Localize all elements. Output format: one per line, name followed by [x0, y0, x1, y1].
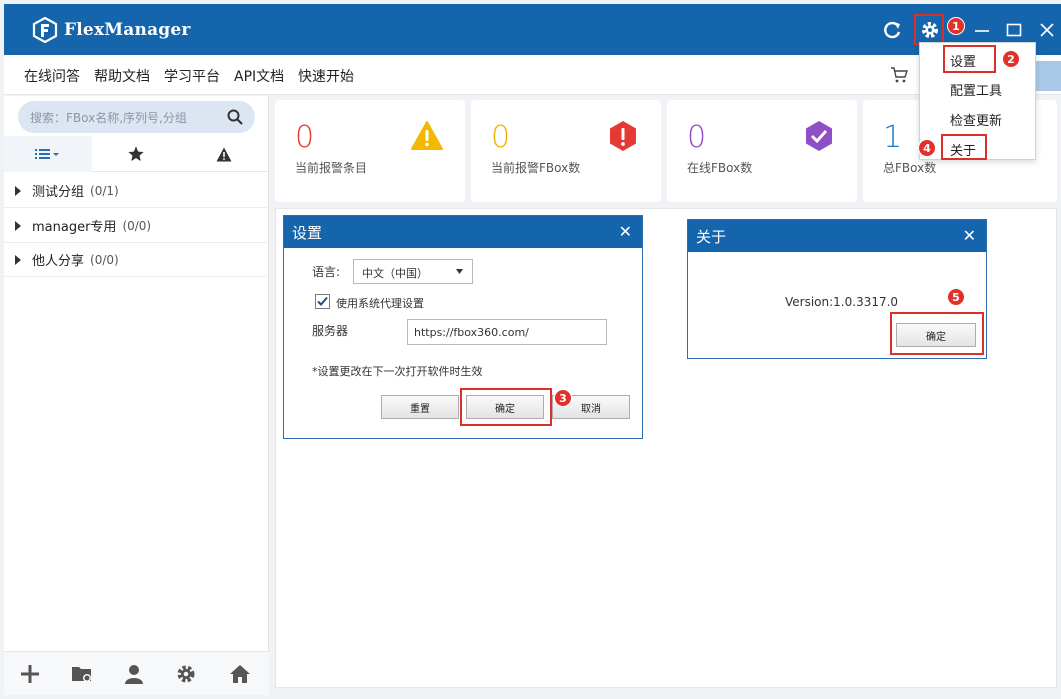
- close-icon[interactable]: [1035, 18, 1059, 42]
- refresh-icon[interactable]: [880, 18, 904, 42]
- sidebar: 搜索：FBox名称,序列号,分组 测试分组 (0/1) manager专用 (0…: [4, 96, 269, 695]
- menu-help-docs[interactable]: 帮助文档: [94, 66, 150, 86]
- stat-value: 1: [883, 120, 903, 155]
- stat-label: 在线FBox数: [687, 161, 753, 175]
- warning-icon: [411, 121, 443, 150]
- menu-quick-start[interactable]: 快速开始: [298, 66, 354, 86]
- close-icon[interactable]: ✕: [619, 222, 632, 241]
- stat-value: 0: [687, 120, 707, 155]
- tree-group-count: (0/0): [90, 252, 119, 267]
- gear-highlight: [914, 14, 944, 45]
- proxy-checkbox[interactable]: [315, 294, 330, 309]
- home-icon[interactable]: [228, 662, 252, 686]
- tree-group-count: (0/0): [122, 218, 152, 233]
- server-input[interactable]: https://fbox360.com/: [407, 319, 607, 345]
- tab-alarms[interactable]: [180, 136, 268, 172]
- stat-card-alarm-fbox: 0 当前报警FBox数: [471, 100, 661, 202]
- ok-highlight: [460, 388, 552, 426]
- caret-right-icon: [15, 220, 21, 231]
- about-ok-highlight: [890, 312, 984, 355]
- menu-item-check-update[interactable]: 检查更新: [950, 110, 1002, 129]
- check-badge-icon: [806, 121, 832, 151]
- step-badge-3: 3: [554, 389, 572, 407]
- stat-value: 0: [295, 120, 315, 155]
- tree-group-label: 他人分享: [32, 254, 85, 269]
- server-label: 服务器: [312, 324, 349, 338]
- user-icon[interactable]: [122, 662, 146, 686]
- step-badge-2: 2: [1002, 50, 1020, 68]
- stat-label: 当前报警条目: [295, 161, 368, 175]
- dialog-title: 关于: [696, 227, 727, 246]
- menu-api-docs[interactable]: API文档: [234, 66, 284, 86]
- search-icon[interactable]: [227, 109, 243, 129]
- menu-item-config-tool[interactable]: 配置工具: [950, 80, 1002, 99]
- dialog-title: 设置: [292, 223, 323, 242]
- server-value: https://fbox360.com/: [414, 326, 529, 339]
- folder-settings-icon[interactable]: [70, 662, 94, 686]
- tree-group-shared[interactable]: 他人分享 (0/0): [4, 243, 269, 277]
- step-badge-1: 1: [947, 17, 965, 35]
- star-icon: [128, 146, 144, 161]
- app-logo: FlexManager: [32, 17, 191, 43]
- tree-group-manager[interactable]: manager专用 (0/0): [4, 209, 269, 243]
- close-icon[interactable]: ✕: [963, 226, 976, 245]
- stat-value: 0: [491, 120, 511, 155]
- sidebar-footer: [4, 651, 269, 695]
- menu-bar: 在线问答 帮助文档 学习平台 API文档 快速开始: [4, 55, 1061, 95]
- step-badge-4: 4: [918, 139, 936, 157]
- add-icon[interactable]: [18, 662, 42, 686]
- sidebar-tabs: [4, 136, 269, 172]
- logo-icon: [32, 17, 58, 43]
- tab-favorites[interactable]: [92, 136, 180, 172]
- settings-icon[interactable]: [174, 662, 198, 686]
- stat-label: 总FBox数: [883, 161, 937, 175]
- dialog-header: 关于 ✕: [688, 220, 986, 252]
- warning-icon: [216, 147, 232, 161]
- caret-right-icon: [15, 254, 21, 265]
- check-icon: [317, 296, 328, 306]
- error-octagon-icon: [610, 121, 636, 151]
- chevron-down-icon: [456, 269, 463, 274]
- step-badge-5: 5: [947, 288, 965, 306]
- proxy-label: 使用系统代理设置: [336, 297, 424, 310]
- app-title: FlexManager: [64, 20, 191, 40]
- stat-card-alarm-entries: 0 当前报警条目: [275, 100, 465, 202]
- menu-online-qa[interactable]: 在线问答: [24, 66, 80, 86]
- maximize-icon[interactable]: [1002, 18, 1026, 42]
- user-panel-edge: [1034, 61, 1061, 91]
- stat-label: 当前报警FBox数: [491, 161, 581, 175]
- reset-button[interactable]: 重置: [381, 395, 459, 419]
- caret-right-icon: [15, 185, 21, 196]
- cart-icon[interactable]: [890, 66, 908, 88]
- language-value: 中文（中国）: [362, 267, 428, 280]
- settings-item-highlight: [943, 45, 996, 73]
- about-item-highlight: [941, 134, 987, 160]
- tree-group-label: manager专用: [32, 220, 117, 235]
- title-bar: FlexManager: [4, 4, 1061, 55]
- dialog-header: 设置 ✕: [284, 216, 642, 248]
- minimize-icon[interactable]: [970, 18, 994, 42]
- version-text: Version:1.0.3317.0: [785, 295, 899, 309]
- tree-group-label: 测试分组: [32, 185, 85, 200]
- stat-card-online-fbox: 0 在线FBox数: [667, 100, 857, 202]
- search-input[interactable]: 搜索：FBox名称,序列号,分组: [30, 109, 187, 126]
- language-select[interactable]: 中文（中国）: [353, 259, 473, 284]
- list-icon: [35, 149, 59, 159]
- tree-group-count: (0/1): [90, 183, 119, 198]
- tab-list[interactable]: [4, 136, 92, 172]
- settings-note: *设置更改在下一次打开软件时生效: [312, 365, 483, 378]
- language-label: 语言:: [312, 265, 341, 279]
- search-box[interactable]: 搜索：FBox名称,序列号,分组: [18, 101, 255, 133]
- menu-learning[interactable]: 学习平台: [164, 66, 220, 86]
- tree-group-test[interactable]: 测试分组 (0/1): [4, 174, 269, 208]
